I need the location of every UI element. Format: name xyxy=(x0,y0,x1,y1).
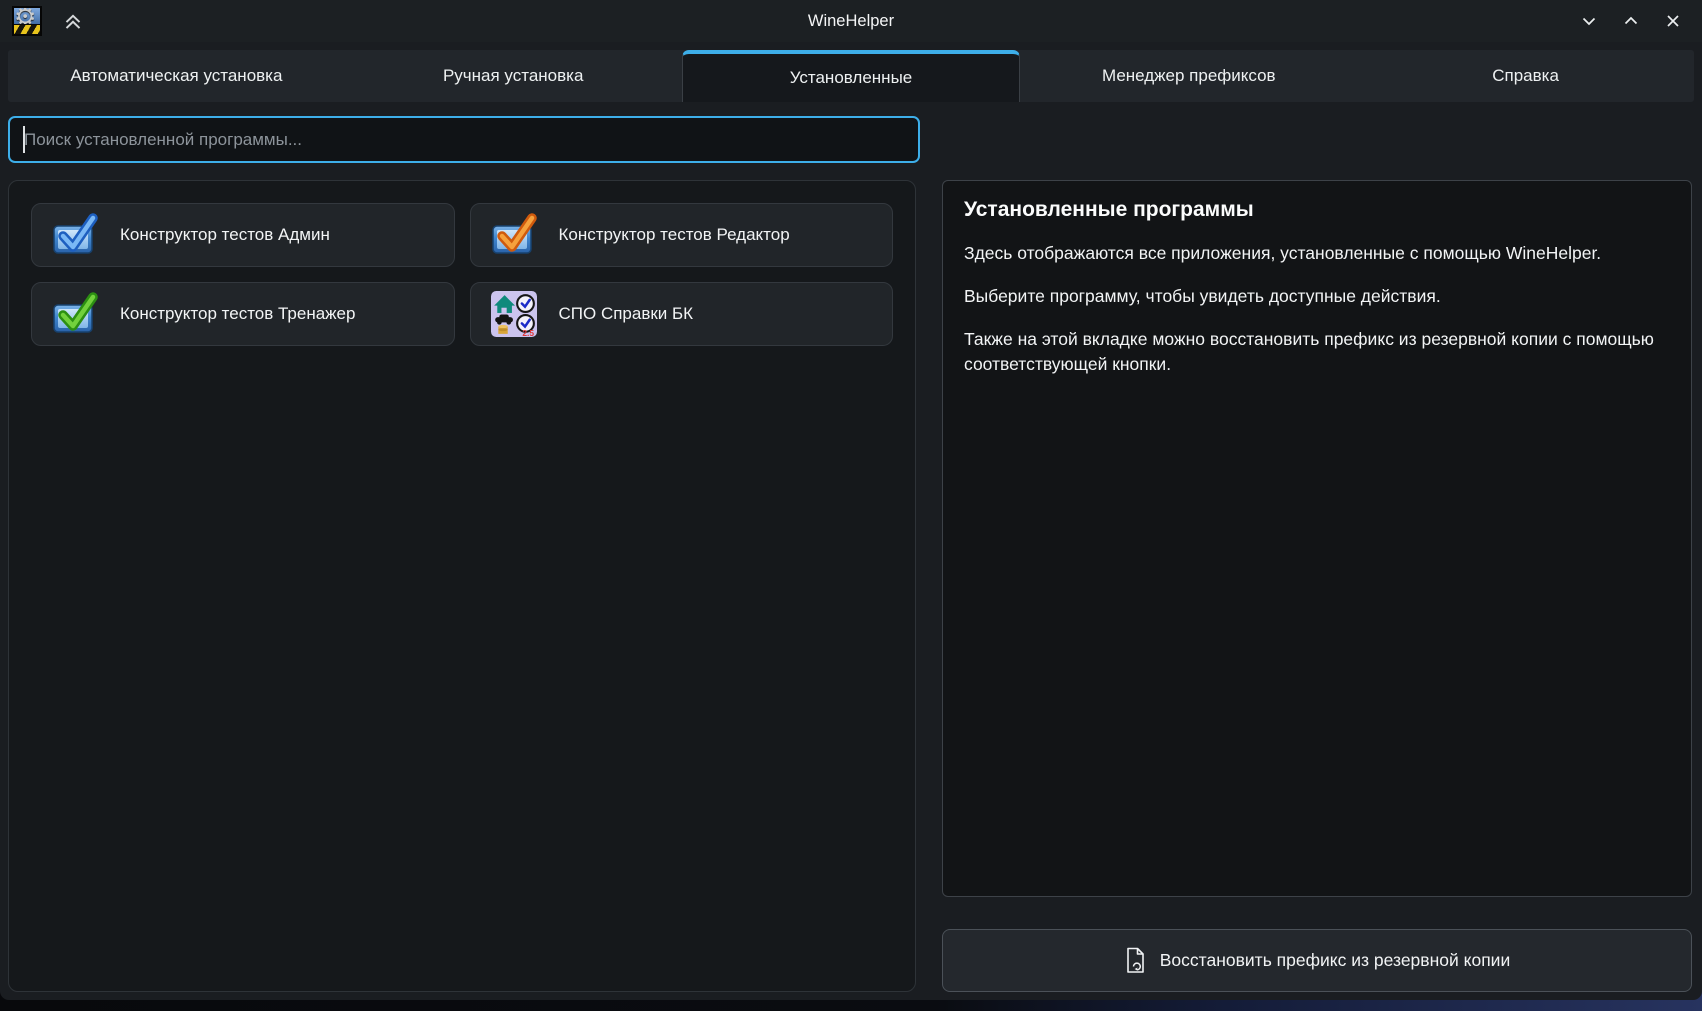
info-heading: Установленные программы xyxy=(964,198,1670,222)
svg-text:2.5: 2.5 xyxy=(522,328,534,337)
spravki-bk-icon: 2.5 xyxy=(489,291,539,337)
main-columns: Конструктор тестов Админ Конструктор тест… xyxy=(8,180,1692,992)
info-paragraph: Выберите программу, чтобы увидеть доступ… xyxy=(964,284,1670,309)
program-label: СПО Справки БК xyxy=(559,304,694,324)
shade-window-button[interactable] xyxy=(58,6,88,36)
titlebar: ⚙ WineHelper xyxy=(0,0,1702,42)
program-card[interactable]: Конструктор тестов Админ xyxy=(31,203,455,267)
tab-manual-install[interactable]: Ручная установка xyxy=(345,50,682,102)
hazard-stripes-icon xyxy=(14,24,40,34)
close-icon xyxy=(1662,10,1684,32)
program-label: Конструктор тестов Редактор xyxy=(559,225,790,245)
close-button[interactable] xyxy=(1656,4,1690,38)
double-chevron-up-icon xyxy=(60,8,86,34)
info-paragraph: Здесь отображаются все приложения, устан… xyxy=(964,241,1670,266)
program-label: Конструктор тестов Тренажер xyxy=(120,304,355,324)
minimize-button[interactable] xyxy=(1572,4,1606,38)
window-title: WineHelper xyxy=(0,12,1702,31)
program-card[interactable]: Конструктор тестов Редактор xyxy=(470,203,894,267)
search-wrap xyxy=(8,116,920,163)
maximize-button[interactable] xyxy=(1614,4,1648,38)
tab-auto-install[interactable]: Автоматическая установка xyxy=(8,50,345,102)
info-paragraphs: Здесь отображаются все приложения, устан… xyxy=(964,241,1670,376)
program-card[interactable]: 2.5 СПО Справки БК xyxy=(470,282,894,346)
right-column: Установленные программы Здесь отображают… xyxy=(942,180,1692,992)
program-label: Конструктор тестов Админ xyxy=(120,225,330,245)
tab-help[interactable]: Справка xyxy=(1357,50,1694,102)
checkboard-blue-icon xyxy=(50,212,100,258)
restore-document-icon xyxy=(1124,947,1147,974)
info-panel: Установленные программы Здесь отображают… xyxy=(942,180,1692,897)
tab-bar: Автоматическая установкаРучная установка… xyxy=(8,50,1694,102)
text-caret xyxy=(23,126,25,153)
restore-button-label: Восстановить префикс из резервной копии xyxy=(1160,950,1510,971)
program-list-panel: Конструктор тестов Админ Конструктор тест… xyxy=(8,180,916,992)
chevron-up-icon xyxy=(1620,10,1642,32)
info-paragraph: Также на этой вкладке можно восстановить… xyxy=(964,327,1670,377)
winehelper-window: ⚙ WineHelper xyxy=(0,0,1702,1000)
tab-installed[interactable]: Установленные xyxy=(682,50,1021,102)
search-input[interactable] xyxy=(8,116,920,163)
checkboard-orange-icon xyxy=(489,212,539,258)
winehelper-app-icon: ⚙ xyxy=(12,6,42,36)
content-area: Конструктор тестов Админ Конструктор тест… xyxy=(0,102,1702,1000)
window-controls xyxy=(1572,4,1690,38)
checkboard-green-icon xyxy=(50,291,100,337)
chevron-down-icon xyxy=(1578,10,1600,32)
program-card[interactable]: Конструктор тестов Тренажер xyxy=(31,282,455,346)
desktop-taskbar-strip xyxy=(0,1000,1702,1011)
restore-prefix-button[interactable]: Восстановить префикс из резервной копии xyxy=(942,929,1692,992)
tab-prefix-manager[interactable]: Менеджер префиксов xyxy=(1020,50,1357,102)
